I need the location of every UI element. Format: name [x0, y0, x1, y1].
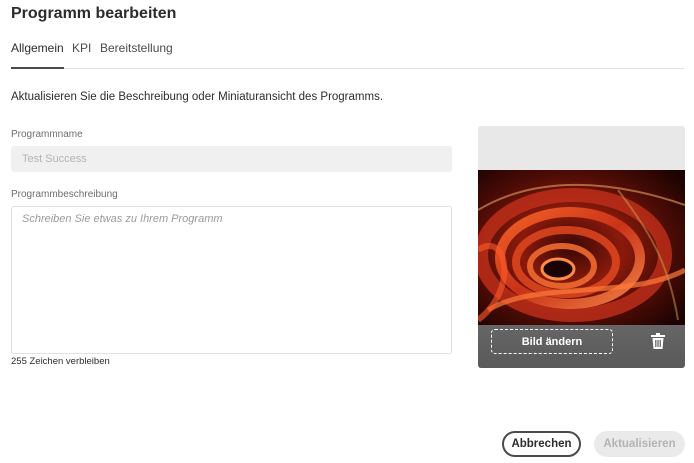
intro-text: Aktualisieren Sie die Beschreibung oder … [11, 91, 384, 103]
program-name-label: Programmname [11, 129, 83, 140]
thumbnail-action-bar: Bild ändern [478, 325, 685, 368]
tab-deployment[interactable]: Bereitstellung [100, 41, 173, 68]
tab-bar: Allgemein KPI Bereitstellung [11, 41, 684, 69]
update-button[interactable]: Aktualisieren [594, 431, 685, 457]
program-description-textarea[interactable] [11, 206, 452, 354]
change-image-button[interactable]: Bild ändern [491, 329, 613, 354]
thumbnail-top-area [478, 126, 685, 170]
trash-icon[interactable] [651, 333, 665, 349]
program-description-label: Programmbeschreibung [11, 189, 118, 200]
dialog-title: Programm bearbeiten [11, 5, 177, 22]
chars-remaining: 255 Zeichen verbleiben [11, 356, 110, 367]
cancel-button[interactable]: Abbrechen [502, 431, 581, 457]
thumbnail-panel: Bild ändern [478, 126, 685, 368]
tab-kpi[interactable]: KPI [72, 41, 91, 68]
thumbnail-image [478, 170, 685, 325]
program-name-input[interactable] [11, 146, 452, 172]
tab-general[interactable]: Allgemein [11, 41, 64, 69]
